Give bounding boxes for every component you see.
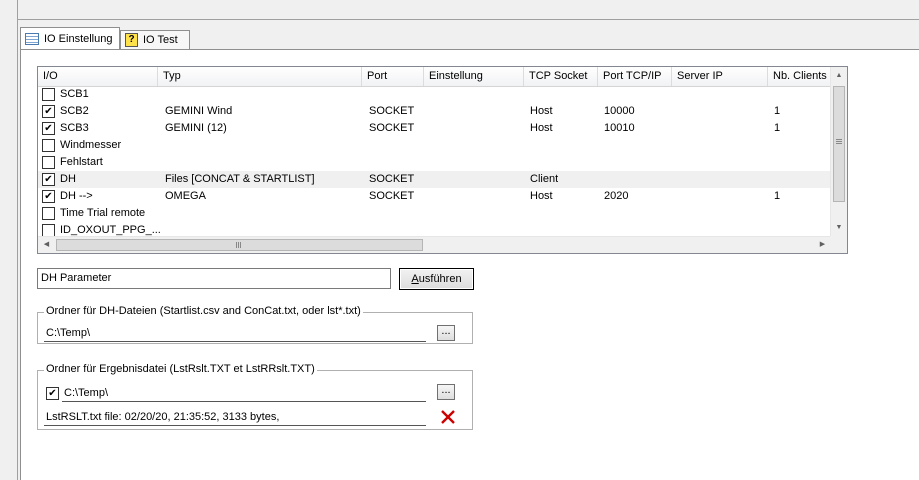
dh-folder-browse-button[interactable]: ... — [437, 325, 455, 341]
dh-parameter-field[interactable]: DH Parameter — [37, 268, 391, 289]
row-checkbox[interactable]: ✔ — [42, 122, 55, 135]
cell-io: Windmesser — [60, 139, 122, 151]
grip-icon — [236, 242, 242, 248]
cell-port-tcp-ip: 2020 — [604, 190, 629, 202]
column-header-einstellung[interactable]: Einstellung — [424, 67, 524, 86]
cell-typ: Files [CONCAT & STARTLIST] — [165, 173, 315, 185]
cell-io: DH --> — [60, 190, 93, 202]
cell-typ: GEMINI Wind — [165, 105, 233, 117]
grip-icon — [836, 139, 842, 145]
cell-typ: GEMINI (12) — [165, 122, 227, 134]
result-file-status: LstRSLT.txt file: 02/20/20, 21:35:52, 31… — [44, 409, 426, 426]
cell-tcp-socket: Host — [530, 105, 553, 117]
result-folder-checkbox[interactable]: ✔ — [46, 387, 59, 400]
column-header-typ[interactable]: Typ — [158, 67, 362, 86]
io-list[interactable]: I/O Typ Port Einstellung TCP Socket Port… — [37, 66, 848, 254]
vertical-scrollbar[interactable]: ▲ ▼ — [830, 67, 847, 236]
row-checkbox[interactable] — [42, 88, 55, 101]
scroll-thumb[interactable] — [56, 239, 423, 251]
table-row[interactable]: ID_OXOUT_PPG_... — [38, 222, 831, 236]
row-checkbox[interactable] — [42, 224, 55, 236]
scroll-right-icon[interactable]: ▶ — [814, 237, 831, 253]
grid-icon — [25, 32, 39, 45]
column-header-nb-clients[interactable]: Nb. Clients — [768, 67, 831, 86]
cell-port-tcp-ip: 10010 — [604, 122, 635, 134]
row-checkbox[interactable]: ✔ — [42, 190, 55, 203]
row-checkbox[interactable] — [42, 207, 55, 220]
cell-port-tcp-ip: 10000 — [604, 105, 635, 117]
result-folder-group: Ordner für Ergebnisdatei (LstRslt.TXT et… — [37, 363, 473, 430]
cell-tcp-socket: Host — [530, 190, 553, 202]
row-checkbox[interactable] — [42, 139, 55, 152]
cell-port: SOCKET — [369, 173, 415, 185]
row-checkbox[interactable] — [42, 156, 55, 169]
table-row[interactable]: Windmesser — [38, 137, 831, 154]
table-row[interactable]: Time Trial remote — [38, 205, 831, 222]
cell-tcp-socket: Host — [530, 122, 553, 134]
cell-io: Time Trial remote — [60, 207, 146, 219]
table-row[interactable]: Fehlstart — [38, 154, 831, 171]
tab-label: IO Einstellung — [44, 32, 113, 45]
table-row[interactable]: SCB1 — [38, 86, 831, 103]
cell-tcp-socket: Client — [530, 173, 559, 185]
table-row[interactable]: ✔ DH --> OMEGA SOCKET Host 2020 1 — [38, 188, 831, 205]
horizontal-scrollbar[interactable]: ◀ ▶ — [38, 236, 831, 253]
io-list-rows: SCB1 ✔ SCB2 GEMINI Wind SOCKET Host 10000 1 ✔ SCB… — [38, 86, 831, 236]
tab-label: IO Test — [143, 34, 178, 46]
result-folder-legend: Ordner für Ergebnisdatei (LstRslt.TXT et… — [44, 363, 317, 375]
column-header-server-ip[interactable]: Server IP — [672, 67, 768, 86]
table-row[interactable]: ✔ DH Files [CONCAT & STARTLIST] SOCKET Clien… — [38, 171, 831, 188]
scroll-corner — [830, 236, 847, 253]
table-row[interactable]: ✔ SCB3 GEMINI (12) SOCKET Host 10010 1 — [38, 120, 831, 137]
dh-folder-legend: Ordner für DH-Dateien (Startlist.csv and… — [44, 305, 363, 317]
delete-icon[interactable] — [440, 409, 456, 425]
result-folder-path[interactable]: C:\Temp\ — [62, 385, 426, 402]
scroll-up-icon[interactable]: ▲ — [831, 67, 847, 84]
cell-io: DH — [60, 173, 76, 185]
cell-io: SCB3 — [60, 122, 89, 134]
cell-io: SCB2 — [60, 105, 89, 117]
left-divider — [17, 0, 18, 480]
cell-port: SOCKET — [369, 105, 415, 117]
scroll-thumb[interactable] — [833, 86, 845, 202]
scroll-left-icon[interactable]: ◀ — [38, 237, 55, 253]
cell-typ: OMEGA — [165, 190, 206, 202]
column-header-port-tcp-ip[interactable]: Port TCP/IP — [598, 67, 672, 86]
result-folder-browse-button[interactable]: ... — [437, 384, 455, 400]
dh-folder-path[interactable]: C:\Temp\ — [44, 325, 426, 342]
button-label: usführen — [418, 273, 462, 285]
cell-nb-clients: 1 — [774, 122, 781, 134]
io-list-header: I/O Typ Port Einstellung TCP Socket Port… — [38, 67, 831, 87]
row-checkbox[interactable]: ✔ — [42, 173, 55, 186]
cell-nb-clients: 1 — [774, 190, 781, 202]
dh-folder-group: Ordner für DH-Dateien (Startlist.csv and… — [37, 305, 473, 344]
cell-io: Fehlstart — [60, 156, 103, 168]
table-row[interactable]: ✔ SCB2 GEMINI Wind SOCKET Host 10000 1 — [38, 103, 831, 120]
tab-io-einstellung[interactable]: IO Einstellung — [20, 27, 120, 49]
help-icon: ? — [125, 33, 138, 47]
column-header-tcp-socket[interactable]: TCP Socket — [524, 67, 598, 86]
cell-port: SOCKET — [369, 190, 415, 202]
column-header-io[interactable]: I/O — [38, 67, 158, 86]
scroll-down-icon[interactable]: ▼ — [831, 219, 847, 236]
top-toolbar — [18, 0, 919, 20]
column-header-port[interactable]: Port — [362, 67, 424, 86]
cell-nb-clients: 1 — [774, 105, 781, 117]
cell-port: SOCKET — [369, 122, 415, 134]
row-checkbox[interactable]: ✔ — [42, 105, 55, 118]
cell-io: SCB1 — [60, 88, 89, 100]
ausfuehren-button[interactable]: Ausführen — [399, 268, 474, 290]
cell-io: ID_OXOUT_PPG_... — [60, 224, 161, 236]
accel-key: A — [411, 273, 419, 285]
tab-io-test[interactable]: ? IO Test — [120, 30, 190, 49]
